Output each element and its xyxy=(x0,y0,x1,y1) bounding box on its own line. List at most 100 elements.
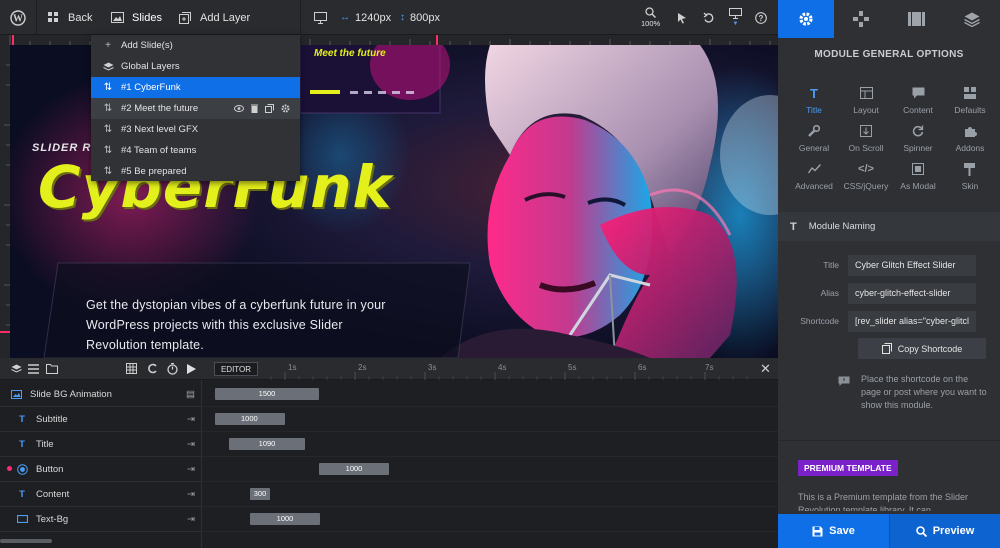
copy-shortcode-button[interactable]: Copy Shortcode xyxy=(858,338,986,359)
timer-icon[interactable] xyxy=(167,363,178,375)
arrow-end-icon[interactable]: ⇥ xyxy=(187,489,195,500)
wrench-icon xyxy=(808,124,820,138)
timeline-bar[interactable]: 1500 xyxy=(215,388,319,400)
tab-module-settings[interactable] xyxy=(778,0,834,38)
loop-icon[interactable] xyxy=(147,363,158,374)
button-icon xyxy=(16,463,28,475)
slides-button[interactable]: Slides xyxy=(110,0,162,35)
help-button[interactable]: ? xyxy=(754,0,768,35)
tab-navigation[interactable] xyxy=(834,0,890,38)
text-icon: T xyxy=(19,438,25,450)
folder-icon[interactable] xyxy=(46,363,58,374)
option-addons[interactable]: Addons xyxy=(944,124,996,162)
global-layers-item[interactable]: Global Layers xyxy=(91,56,300,77)
slide-item-4[interactable]: ⇅ #4 Team of teams xyxy=(91,140,300,161)
back-button[interactable]: Back xyxy=(46,0,92,35)
arrow-end-icon[interactable]: ⇥ xyxy=(187,414,195,425)
timeline-bar[interactable]: 1000 xyxy=(250,513,320,525)
height-field[interactable]: ↕ 800px xyxy=(400,0,440,35)
grid-snap-icon[interactable] xyxy=(126,363,137,374)
sort-icon: ⇅ xyxy=(103,145,113,156)
add-layer-button[interactable]: Add Layer xyxy=(178,0,250,35)
width-field[interactable]: ↔ 1240px xyxy=(340,0,391,35)
timeline-bar[interactable]: 300 xyxy=(250,488,270,500)
tick-label: 3s xyxy=(428,363,437,372)
image-icon xyxy=(10,389,22,399)
timeline-row-text-bg[interactable]: Text-Bg ⇥ xyxy=(0,507,201,532)
module-naming-label: Module Naming xyxy=(808,221,876,232)
title-field[interactable]: Cyber Glitch Effect Slider xyxy=(848,254,976,276)
option-as-modal[interactable]: As Modal xyxy=(892,162,944,200)
timeline-row-slide-bg[interactable]: Slide BG Animation ▤ xyxy=(0,382,201,407)
alias-field[interactable]: cyber-glitch-effect-slider xyxy=(848,282,976,304)
tick-label: 7s xyxy=(705,363,714,372)
slide-item-2[interactable]: ⇅ #2 Meet the future xyxy=(91,98,300,119)
horizontal-scrollbar[interactable] xyxy=(0,539,52,543)
vertical-ruler xyxy=(0,45,10,358)
close-timeline-icon[interactable]: ✕ xyxy=(760,361,771,377)
content-icon xyxy=(912,86,925,100)
option-layout[interactable]: Layout xyxy=(840,86,892,124)
gallery-icon[interactable]: ▤ xyxy=(186,389,195,400)
option-spinner[interactable]: Spinner xyxy=(892,124,944,162)
shortcode-field[interactable]: [rev_slider alias="cyber-glitcl xyxy=(848,310,976,332)
duplicate-icon[interactable] xyxy=(265,104,274,113)
option-skin[interactable]: Skin xyxy=(944,162,996,200)
arrow-end-icon[interactable]: ⇥ xyxy=(187,439,195,450)
timeline-row-title[interactable]: T Title ⇥ xyxy=(0,432,201,457)
menu-label: #4 Team of teams xyxy=(121,145,197,156)
module-naming-header[interactable]: T Module Naming xyxy=(778,212,1000,241)
title-icon: T xyxy=(810,85,818,101)
slide-item-3[interactable]: ⇅ #3 Next level GFX xyxy=(91,119,300,140)
slide-item-5[interactable]: ⇅ #5 Be prepared xyxy=(91,161,300,182)
arrow-end-icon[interactable]: ⇥ xyxy=(187,514,195,525)
puzzle-icon xyxy=(964,124,977,138)
zoom-control[interactable]: 100% xyxy=(641,0,660,35)
tab-layer-options[interactable] xyxy=(945,0,1000,38)
option-advanced[interactable]: Advanced xyxy=(788,162,840,200)
grid-icon xyxy=(46,11,60,25)
option-title[interactable]: T Title xyxy=(788,86,840,124)
menu-label: #2 Meet the future xyxy=(121,103,199,114)
device-desktop-button[interactable] xyxy=(313,0,327,35)
arrow-end-icon[interactable]: ⇥ xyxy=(187,464,195,475)
row-label: Slide BG Animation xyxy=(30,388,112,400)
timeline-bar[interactable]: 1000 xyxy=(215,413,285,425)
height-arrows-icon: ↕ xyxy=(400,12,405,23)
option-on-scroll[interactable]: On Scroll xyxy=(840,124,892,162)
preview-device-button[interactable]: ▼ xyxy=(729,0,742,35)
delete-icon[interactable] xyxy=(251,104,258,113)
preview-label: Preview xyxy=(932,525,975,537)
timeline-ruler xyxy=(270,372,748,380)
option-css-jquery[interactable]: </> CSS/jQuery xyxy=(840,162,892,200)
timeline-row-subtitle[interactable]: T Subtitle ⇥ xyxy=(0,407,201,432)
option-label: Advanced xyxy=(795,181,833,191)
option-label: Spinner xyxy=(903,143,933,153)
layer-stack-icon xyxy=(964,12,981,27)
slide-item-1[interactable]: ⇅ #1 CyberFunk xyxy=(91,77,300,98)
slide-body-text[interactable]: Get the dystopian vibes of a cyberfunk f… xyxy=(86,295,446,355)
timeline-row-content[interactable]: T Content ⇥ xyxy=(0,482,201,507)
timeline-bar[interactable]: 1000 xyxy=(319,463,389,475)
panel-tabs xyxy=(778,0,1000,38)
add-slides-item[interactable]: + Add Slide(s) xyxy=(91,35,300,56)
timeline-row-button[interactable]: Button ⇥ xyxy=(0,457,201,482)
list-icon[interactable] xyxy=(28,364,39,374)
save-button[interactable]: Save xyxy=(778,514,889,548)
option-defaults[interactable]: Defaults xyxy=(944,86,996,124)
select-tool-button[interactable] xyxy=(675,0,689,35)
option-content[interactable]: Content xyxy=(892,86,944,124)
eye-icon[interactable] xyxy=(234,105,244,112)
field-label: Shortcode xyxy=(800,316,839,326)
undo-button[interactable] xyxy=(702,0,716,35)
wordpress-logo-icon[interactable]: W xyxy=(0,0,36,35)
layers-icon[interactable] xyxy=(11,364,22,374)
menu-label: Add Slide(s) xyxy=(121,40,173,51)
preview-button[interactable]: Preview xyxy=(889,514,1000,548)
play-icon[interactable] xyxy=(187,364,196,374)
tab-slide-options[interactable] xyxy=(889,0,945,38)
timeline-bar[interactable]: 1090 xyxy=(229,438,305,450)
option-general[interactable]: General xyxy=(788,124,840,162)
timeline-track: 1000 xyxy=(201,507,778,532)
settings-icon[interactable] xyxy=(281,104,290,113)
